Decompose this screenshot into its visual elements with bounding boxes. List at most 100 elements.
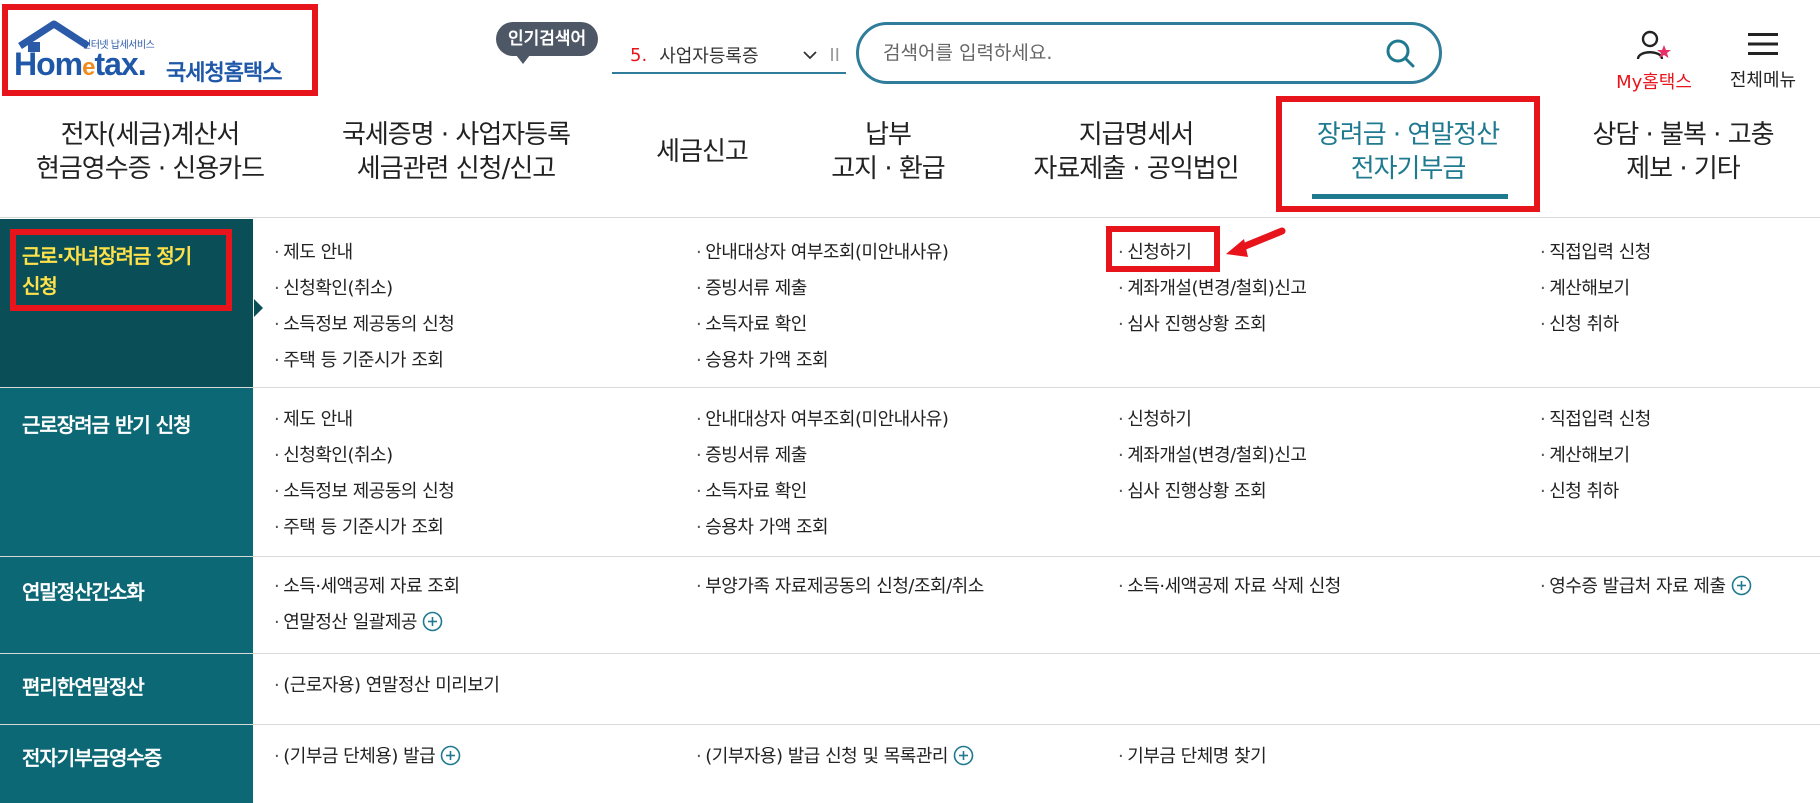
- menu-col: 안내대상자 여부조회(미안내사유) 증빙서류 제출 소득자료 확인 승용차 가액…: [696, 402, 949, 546]
- all-menu-button[interactable]: 전체메뉴: [1718, 32, 1808, 92]
- pause-icon[interactable]: II: [829, 45, 840, 66]
- menu-link[interactable]: 직접입력 신청: [1540, 235, 1651, 271]
- menu-link[interactable]: 소득·세액공제 자료 조회: [274, 569, 460, 605]
- menu-col: 기부금 단체명 찾기: [1118, 739, 1266, 775]
- menu-link[interactable]: 계산해보기: [1540, 271, 1651, 307]
- gnb-tab-payment[interactable]: 납부 고지 · 환급: [808, 118, 968, 186]
- menu-head-easy-yearend[interactable]: 편리한연말정산: [0, 654, 253, 724]
- menu-link[interactable]: 직접입력 신청: [1540, 402, 1651, 438]
- menu-link[interactable]: 안내대상자 여부조회(미안내사유): [696, 235, 949, 271]
- logo-text-ko: 국세청홈택스: [166, 61, 282, 86]
- gnb-tab-line1: 지급명세서: [1078, 120, 1195, 150]
- plus-circle-icon[interactable]: [422, 611, 443, 632]
- search-icon[interactable]: [1385, 38, 1415, 68]
- menu-col: 안내대상자 여부조회(미안내사유) 증빙서류 제출 소득자료 확인 승용차 가액…: [696, 235, 949, 379]
- menu-link[interactable]: 신청확인(취소): [274, 271, 454, 307]
- menu-head-yearend-simplified[interactable]: 연말정산간소화: [0, 557, 253, 653]
- my-hometax-button[interactable]: My홈택스: [1604, 30, 1704, 94]
- menu-link[interactable]: 주택 등 기준시가 조회: [274, 510, 454, 546]
- gnb-tab-line2: 자료제출 · 공익법인: [1033, 154, 1239, 184]
- menu-link[interactable]: 심사 진행상황 조회: [1118, 474, 1306, 510]
- menu-link[interactable]: (근로자용) 연말정산 미리보기: [274, 668, 500, 704]
- plus-circle-icon[interactable]: [440, 745, 461, 766]
- menu-link[interactable]: 소득정보 제공동의 신청: [274, 474, 455, 510]
- menu-row-half-incentive: 근로장려금 반기 신청 제도 안내 신청확인(취소) 소득정보 제공동의 신청 …: [0, 388, 1820, 557]
- menu-row-yearend-simplified: 연말정산간소화 소득·세액공제 자료 조회 연말정산 일괄제공 부양가족 자료제…: [0, 557, 1820, 654]
- search-input[interactable]: [883, 42, 1385, 64]
- gnb-tab-line2: 제보 · 기타: [1626, 154, 1740, 184]
- menu-link[interactable]: 소득자료 확인: [696, 474, 948, 510]
- menu-row-donation-receipt: 전자기부금영수증 (기부금 단체용) 발급 (기부자용) 발급 신청 및 목록관…: [0, 725, 1820, 803]
- menu-col: 부양가족 자료제공동의 신청/조회/취소: [696, 569, 984, 605]
- menu-link[interactable]: 소득자료 확인: [696, 307, 948, 343]
- menu-link[interactable]: 신청확인(취소): [274, 438, 454, 474]
- global-nav: 전자(세금)계산서 현금영수증 · 신용카드 국세증명 · 사업자등록 세금관련…: [0, 100, 1820, 218]
- menu-link-expandable[interactable]: 연말정산 일괄제공: [274, 605, 460, 641]
- gnb-tab-tax-filing[interactable]: 세금신고: [640, 135, 764, 169]
- gnb-tab-certificate[interactable]: 국세증명 · 사업자등록 세금관련 신청/신고: [336, 118, 576, 186]
- menu-link[interactable]: 승용차 가액 조회: [696, 510, 948, 546]
- popular-rank-number: 5.: [630, 44, 648, 66]
- menu-link[interactable]: 계좌개설(변경/철회)신고: [1118, 438, 1307, 474]
- menu-link[interactable]: 계좌개설(변경/철회)신고: [1118, 271, 1307, 307]
- menu-link-expandable[interactable]: 영수증 발급처 자료 제출: [1540, 569, 1752, 605]
- menu-link[interactable]: 증빙서류 제출: [696, 438, 948, 474]
- menu-head-label: 연말정산간소화: [22, 580, 145, 604]
- menu-link[interactable]: 신청 취하: [1540, 307, 1651, 343]
- menu-link-label: 연말정산 일괄제공: [283, 612, 417, 633]
- gnb-tab-line1: 전자(세금)계산서: [60, 120, 241, 150]
- red-arrow-icon: [1226, 227, 1286, 257]
- menu-head-regular-incentive[interactable]: 근로·자녀장려금 정기 신청: [0, 219, 263, 387]
- menu-head-label: 근로장려금 반기 신청: [22, 413, 192, 437]
- menu-col: 소득·세액공제 자료 조회 연말정산 일괄제공: [274, 569, 460, 641]
- popular-rank-term[interactable]: 사업자등록증: [659, 42, 803, 68]
- menu-link[interactable]: 주택 등 기준시가 조회: [274, 343, 454, 379]
- gnb-tab-line1: 세금신고: [656, 137, 749, 167]
- gnb-tab-line1: 납부: [865, 120, 912, 150]
- menu-link[interactable]: 소득·세액공제 자료 삭제 신청: [1118, 569, 1341, 605]
- menu-col: 제도 안내 신청확인(취소) 소득정보 제공동의 신청 주택 등 기준시가 조회: [274, 235, 455, 379]
- gnb-tab-consulting[interactable]: 상담 · 불복 · 고충 제보 · 기타: [1568, 118, 1798, 186]
- menu-head-donation-receipt[interactable]: 전자기부금영수증: [0, 725, 253, 803]
- popular-search-ticker[interactable]: 5. 사업자등록증 II: [612, 38, 846, 74]
- gnb-tab-payment-statement[interactable]: 지급명세서 자료제출 · 공익법인: [1016, 118, 1256, 186]
- menu-col: 영수증 발급처 자료 제출: [1540, 569, 1752, 605]
- logo-text-en: Hometax.: [14, 46, 147, 82]
- menu-col: (기부금 단체용) 발급: [274, 739, 461, 775]
- menu-link-label: 영수증 발급처 자료 제출: [1549, 576, 1726, 597]
- menu-link[interactable]: 계산해보기: [1540, 438, 1651, 474]
- highlight-box-apply: [1106, 226, 1220, 272]
- menu-link[interactable]: 제도 안내: [274, 235, 454, 271]
- menu-link[interactable]: 안내대상자 여부조회(미안내사유): [696, 402, 949, 438]
- menu-col: 소득·세액공제 자료 삭제 신청: [1118, 569, 1341, 605]
- menu-link[interactable]: 신청하기: [1118, 402, 1306, 438]
- chevron-down-icon[interactable]: [803, 48, 818, 62]
- menu-row-easy-yearend: 편리한연말정산 (근로자용) 연말정산 미리보기: [0, 654, 1820, 725]
- search-bar: [856, 22, 1442, 84]
- gnb-tab-line2: 현금영수증 · 신용카드: [35, 154, 265, 184]
- menu-col: (기부자용) 발급 신청 및 목록관리: [696, 739, 974, 775]
- plus-circle-icon[interactable]: [953, 745, 974, 766]
- menu-head-half-incentive[interactable]: 근로장려금 반기 신청: [0, 388, 253, 556]
- menu-head-label: 전자기부금영수증: [22, 746, 162, 770]
- gnb-tab-line2: 고지 · 환급: [831, 154, 945, 184]
- menu-link-expandable[interactable]: (기부금 단체용) 발급: [274, 739, 461, 775]
- menu-link[interactable]: 소득정보 제공동의 신청: [274, 307, 455, 343]
- header: 인터넷 납세서비스 Hometax. 국세청홈택스 인기검색어 5. 사업자등록…: [0, 0, 1820, 100]
- menu-col: 직접입력 신청 계산해보기 신청 취하: [1540, 235, 1651, 343]
- menu-link[interactable]: 심사 진행상황 조회: [1118, 307, 1306, 343]
- menu-link-expandable[interactable]: (기부자용) 발급 신청 및 목록관리: [696, 739, 974, 775]
- menu-link[interactable]: 기부금 단체명 찾기: [1118, 739, 1266, 775]
- menu-link[interactable]: 제도 안내: [274, 402, 454, 438]
- menu-link[interactable]: 승용차 가액 조회: [696, 343, 948, 379]
- gnb-tab-e-invoice[interactable]: 전자(세금)계산서 현금영수증 · 신용카드: [30, 118, 270, 186]
- menu-link[interactable]: 증빙서류 제출: [696, 271, 948, 307]
- my-hometax-label: My홈택스: [1616, 72, 1692, 93]
- plus-circle-icon[interactable]: [1731, 575, 1752, 596]
- menu-link[interactable]: 부양가족 자료제공동의 신청/조회/취소: [696, 569, 984, 605]
- menu-link[interactable]: 신청 취하: [1540, 474, 1651, 510]
- highlight-box-gnb: [1276, 96, 1540, 212]
- menu-col: 직접입력 신청 계산해보기 신청 취하: [1540, 402, 1651, 510]
- menu-col: 신청하기 계좌개설(변경/철회)신고 심사 진행상황 조회: [1118, 402, 1307, 510]
- hometax-logo[interactable]: 인터넷 납세서비스 Hometax. 국세청홈택스: [2, 4, 318, 96]
